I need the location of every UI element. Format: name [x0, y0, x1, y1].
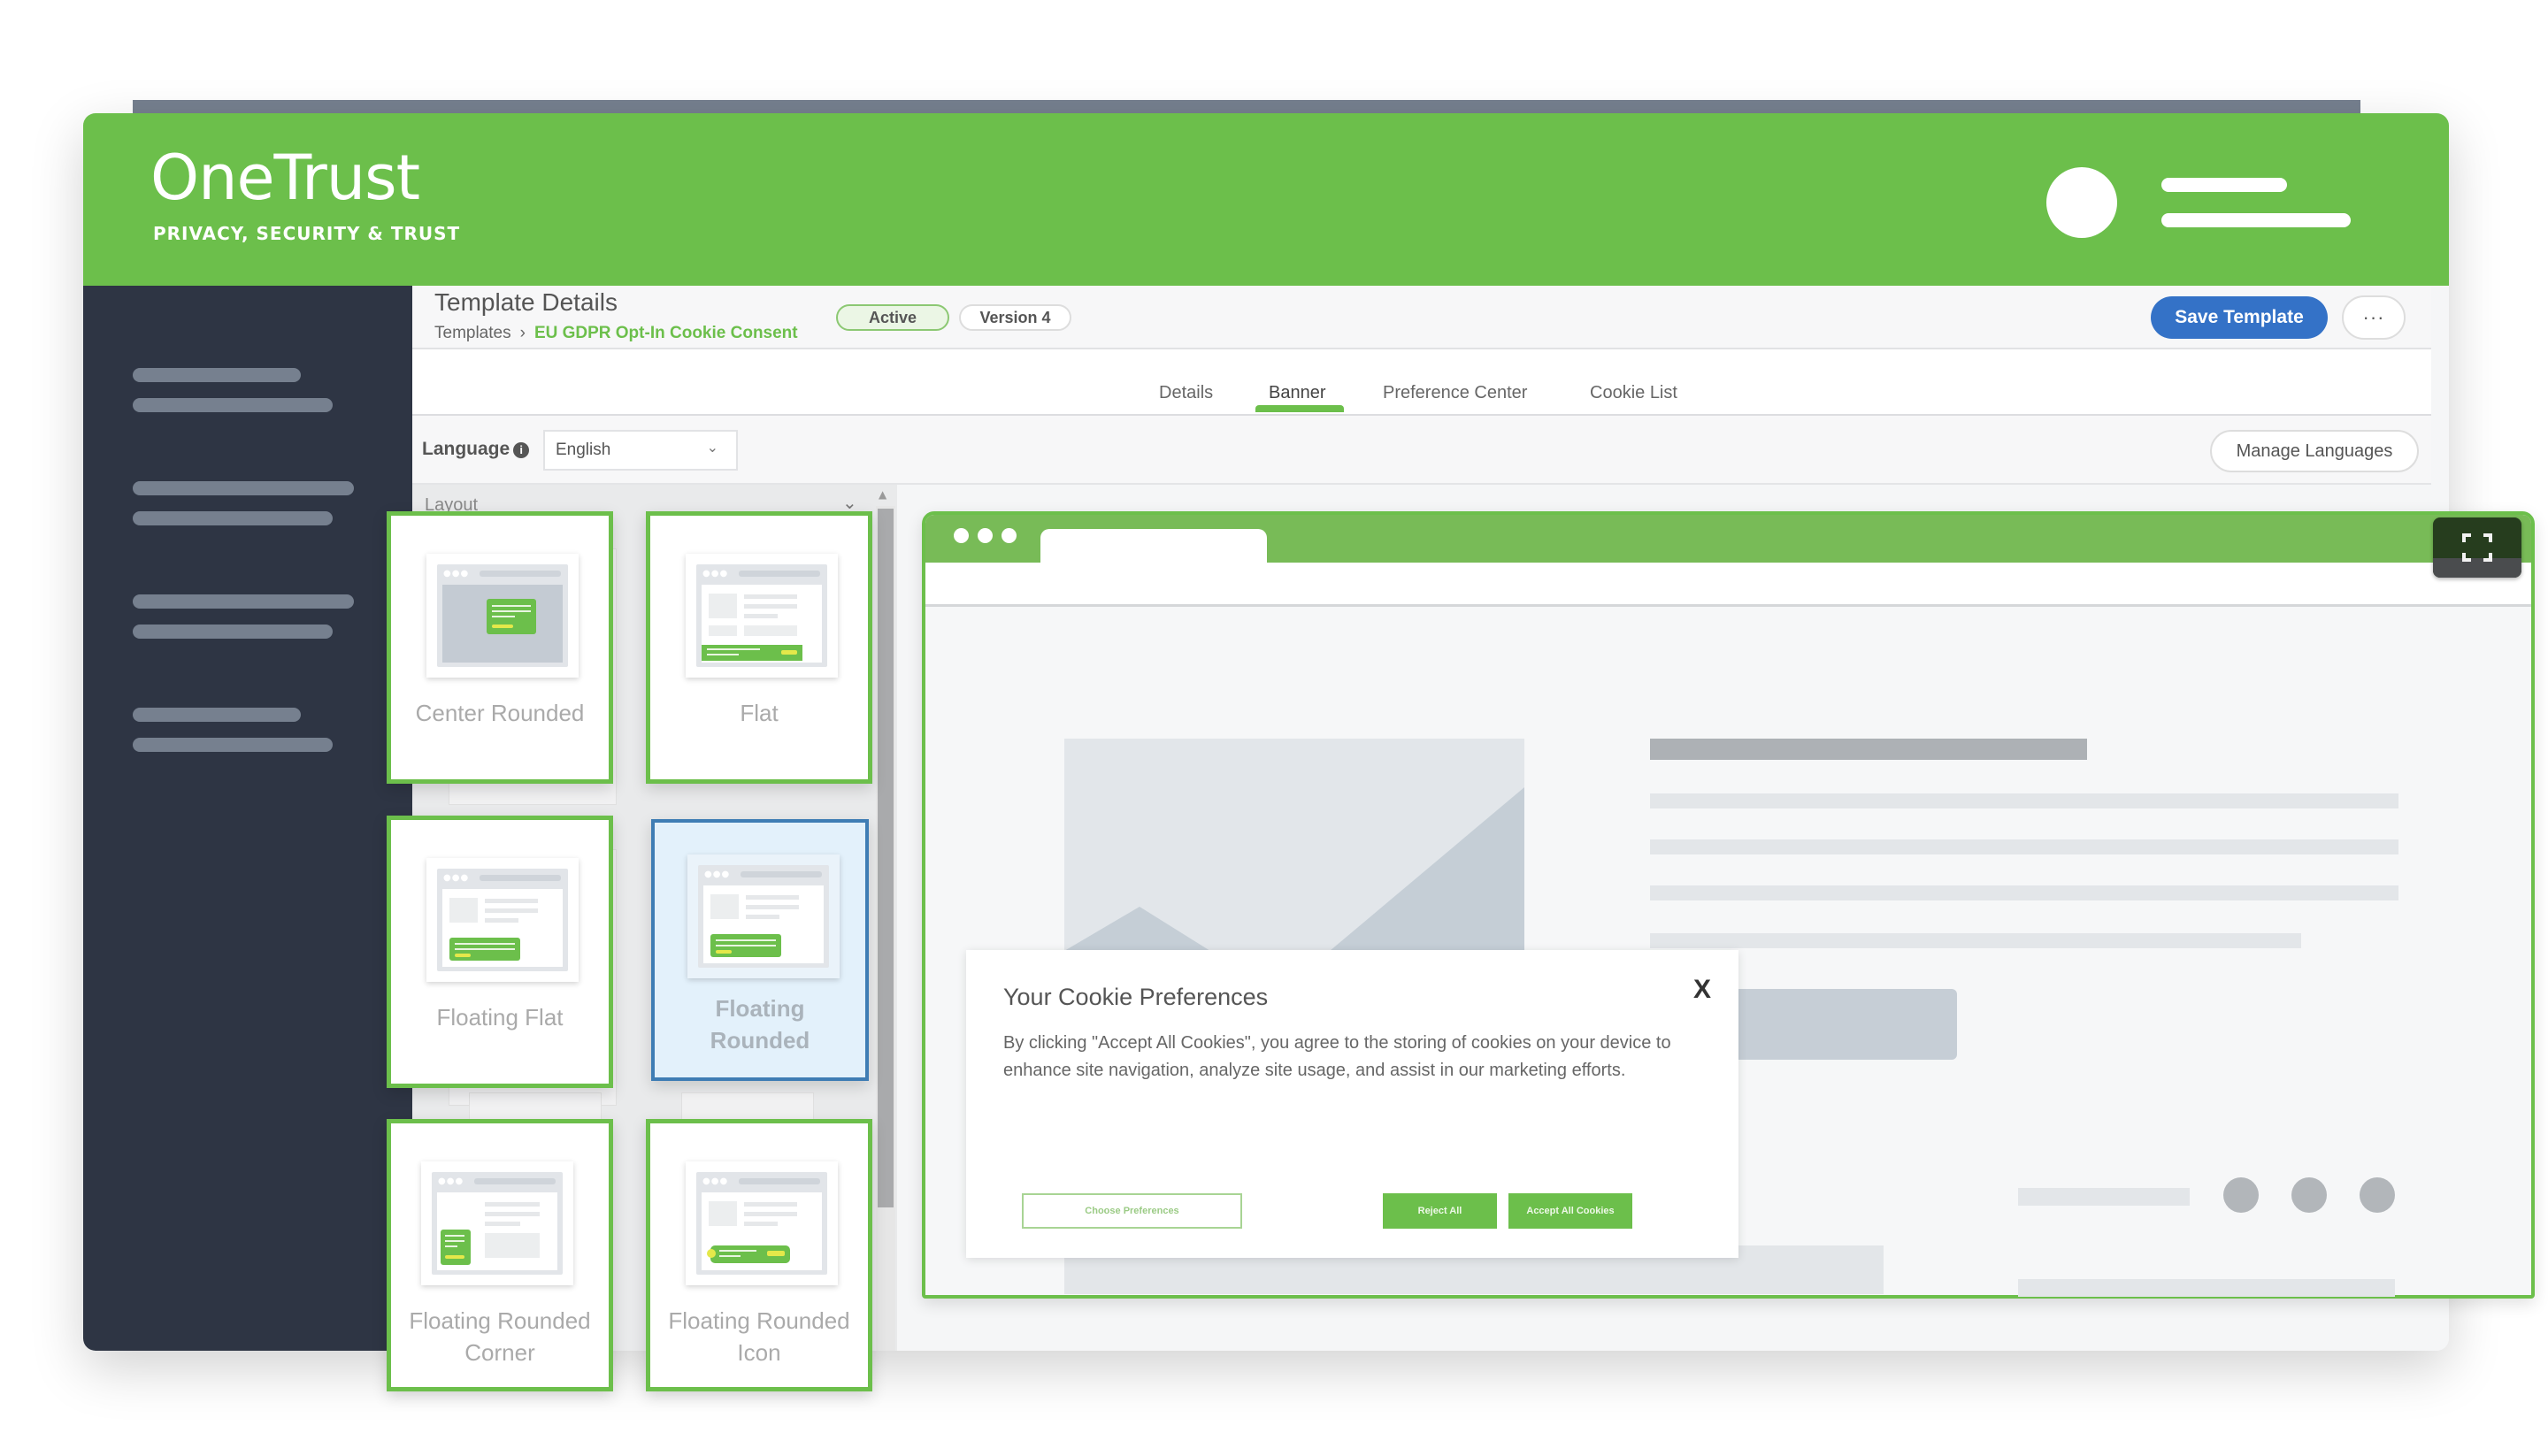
layout-thumbnail: ●●●: [426, 858, 579, 982]
collapse-chevron-icon[interactable]: ⌄: [842, 492, 857, 513]
window-dot: [954, 528, 969, 543]
language-select[interactable]: English ⌄: [543, 430, 738, 471]
window-dot: [1002, 528, 1017, 543]
sidebar-item-placeholder[interactable]: [133, 708, 301, 722]
layout-option-label: Flat: [740, 700, 779, 726]
breadcrumb-root[interactable]: Templates: [434, 324, 511, 342]
page-title: Template Details: [434, 288, 618, 316]
close-icon[interactable]: X: [1693, 975, 1711, 1005]
manage-languages-button[interactable]: Manage Languages: [2210, 430, 2419, 472]
sidebar-item-placeholder[interactable]: [133, 481, 354, 495]
layout-option-label: Floating Flat: [436, 1004, 564, 1031]
sidebar-item-placeholder[interactable]: [133, 625, 333, 639]
chevron-down-icon: ⌄: [706, 441, 718, 456]
site-text-placeholder: [1650, 793, 2398, 808]
layout-option-floating-flat[interactable]: ●●● Floating Flat: [387, 816, 613, 1088]
cookie-banner-title: Your Cookie Preferences: [1003, 984, 1269, 1010]
cookie-banner-body: By clicking "Accept All Cookies", you ag…: [1003, 1033, 1671, 1080]
scroll-up-arrow-icon[interactable]: ▲: [879, 488, 886, 501]
choose-preferences-button[interactable]: Choose Preferences: [1022, 1193, 1242, 1229]
version-badge: Version 4: [959, 304, 1071, 331]
preview-browser-tab: [1040, 529, 1267, 566]
language-label-text: Language: [422, 439, 510, 459]
site-text-placeholder: [2018, 1188, 2190, 1206]
screenshot-stage: OneTrust PRIVACY, SECURITY & TRUST Templ…: [0, 0, 2548, 1456]
sidebar: [83, 286, 412, 1351]
language-select-value: English: [556, 441, 611, 459]
layout-thumbnail: ●●●: [686, 1161, 838, 1285]
sidebar-item-placeholder[interactable]: [133, 398, 333, 412]
preview-address-bar: [925, 563, 2531, 607]
site-text-placeholder: [1650, 933, 2301, 948]
window-controls: [954, 528, 1017, 543]
layout-option-label: Floating Rounded Icon: [668, 1307, 850, 1366]
expand-icon: [2462, 533, 2492, 562]
site-circle-placeholder: [2360, 1177, 2395, 1213]
sidebar-item-placeholder[interactable]: [133, 738, 333, 752]
window-dot: [978, 528, 993, 543]
layout-option-floating-rounded-corner[interactable]: ●●● Floating Rounded Corner: [387, 1119, 613, 1391]
layout-option-center-rounded[interactable]: ●●● Center Rounded: [387, 511, 613, 784]
layout-option-label: Center Rounded: [415, 700, 585, 726]
layout-thumbnail: ●●●: [686, 554, 838, 678]
layout-option-floating-rounded[interactable]: ●●● Floating Rounded: [651, 819, 869, 1081]
site-text-placeholder: [2018, 1279, 2395, 1297]
tab-details[interactable]: Details: [1159, 383, 1213, 403]
site-image-placeholder: [1064, 739, 1524, 951]
sidebar-item-placeholder[interactable]: [133, 368, 301, 382]
user-detail-placeholder: [2161, 213, 2351, 227]
brand-tagline: PRIVACY, SECURITY & TRUST: [153, 223, 461, 244]
tab-cookie-list[interactable]: Cookie List: [1590, 383, 1677, 403]
layout-thumbnail: ●●●: [687, 854, 840, 978]
tab-preference-center[interactable]: Preference Center: [1383, 383, 1527, 403]
more-options-button[interactable]: ···: [2342, 295, 2406, 340]
site-text-placeholder: [1650, 885, 2398, 900]
sidebar-item-placeholder[interactable]: [133, 511, 333, 525]
fullscreen-button[interactable]: [2433, 517, 2521, 578]
site-circle-placeholder: [2223, 1177, 2259, 1213]
layout-scrollbar-thumb[interactable]: [878, 509, 894, 1207]
layout-option-floating-rounded-icon[interactable]: ●●● Floating Rounded Icon: [646, 1119, 872, 1391]
user-name-placeholder: [2161, 178, 2287, 192]
layout-option-label: Floating Rounded Corner: [409, 1307, 591, 1366]
reject-all-button[interactable]: Reject All: [1383, 1193, 1497, 1229]
brand-logo[interactable]: OneTrust: [150, 142, 420, 214]
accept-all-cookies-button[interactable]: Accept All Cookies: [1508, 1193, 1632, 1229]
status-badge: Active: [836, 304, 949, 331]
save-template-button[interactable]: Save Template: [2151, 296, 2328, 339]
layout-option-flat[interactable]: ●●● Flat: [646, 511, 872, 784]
site-text-placeholder: [1650, 839, 2398, 854]
layout-thumbnail: ●●●: [426, 554, 579, 678]
language-label: Language i: [422, 439, 530, 460]
site-circle-placeholder: [2291, 1177, 2327, 1213]
tab-banner[interactable]: Banner: [1269, 383, 1326, 403]
sidebar-item-placeholder[interactable]: [133, 594, 354, 609]
active-tab-indicator: [1255, 405, 1344, 412]
breadcrumb-current: EU GDPR Opt-In Cookie Consent: [533, 324, 798, 342]
breadcrumb: Templates › EU GDPR Opt-In Cookie Consent: [434, 324, 798, 343]
site-button-placeholder: [1734, 989, 1957, 1060]
user-avatar[interactable]: [2046, 167, 2117, 238]
breadcrumb-separator-icon: ›: [519, 324, 526, 342]
info-icon[interactable]: i: [513, 442, 530, 458]
layout-option-label: Floating Rounded: [710, 995, 810, 1054]
site-heading-placeholder: [1650, 739, 2087, 760]
layout-thumbnail: ●●●: [421, 1161, 573, 1285]
